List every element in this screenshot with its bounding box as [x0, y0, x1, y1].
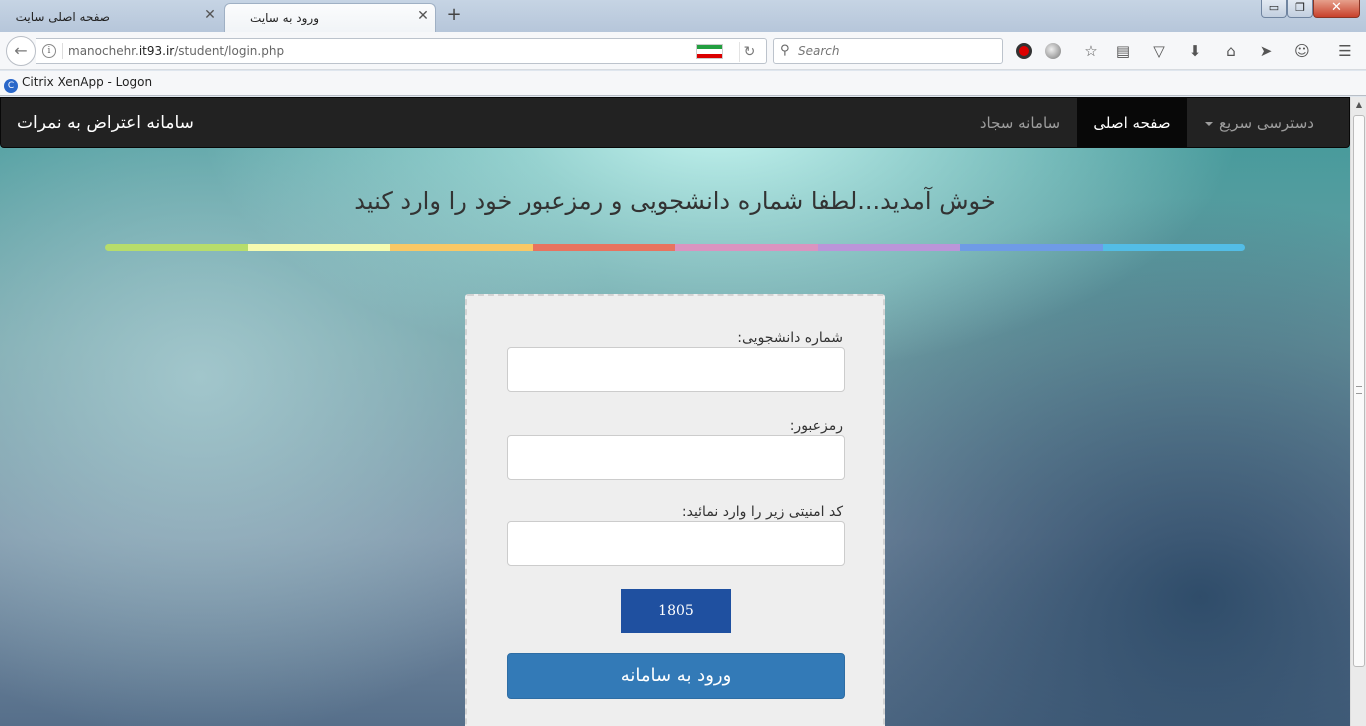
student-id-label: شماره دانشجویی:	[737, 330, 843, 346]
grip-icon	[1356, 386, 1362, 394]
info-icon[interactable]: i	[42, 44, 56, 58]
rainbow-segment	[817, 244, 960, 251]
bookmark-citrix[interactable]: C Citrix XenApp - Logon	[4, 75, 152, 93]
new-tab-button[interactable]: +	[444, 5, 464, 25]
browser-toolbar: ← i manochehr.it93.ir/student/login.php …	[0, 32, 1366, 70]
rainbow-segment	[105, 244, 248, 251]
back-arrow-icon: ←	[14, 41, 28, 60]
rainbow-segment	[532, 244, 675, 251]
pocket-icon[interactable]: ▽	[1149, 41, 1169, 61]
page-content: سامانه اعتراض به نمرات دسترسی سریع صفحه …	[0, 97, 1350, 726]
maximize-icon: ❐	[1295, 1, 1305, 14]
send-icon[interactable]: ➤	[1256, 41, 1276, 61]
search-bar[interactable]: ⚲	[773, 38, 1003, 64]
minimize-button[interactable]: ▭	[1261, 0, 1287, 18]
tab-title: صفحه اصلی سایت	[15, 10, 110, 24]
smiley-icon[interactable]: ☺	[1292, 41, 1312, 61]
rainbow-segment	[1102, 244, 1245, 251]
captcha-label: کد امنیتی زیر را وارد نمائید:	[681, 504, 843, 520]
url-bar[interactable]: i manochehr.it93.ir/student/login.php ↻	[36, 38, 767, 64]
tab-login[interactable]: ورود به سایت ✕	[224, 3, 436, 32]
captcha-image: 1805	[621, 589, 731, 633]
rainbow-divider	[105, 244, 1245, 251]
reload-icon[interactable]: ↻	[739, 42, 759, 62]
rainbow-segment	[390, 244, 533, 251]
bookmarks-bar: C Citrix XenApp - Logon	[0, 71, 1366, 96]
divider	[62, 43, 63, 59]
home-icon[interactable]: ⌂	[1221, 41, 1241, 61]
record-icon[interactable]	[1014, 41, 1034, 61]
bookmark-star-icon[interactable]: ☆	[1081, 41, 1101, 61]
url-text[interactable]: manochehr.it93.ir/student/login.php	[68, 44, 284, 58]
search-input[interactable]	[798, 42, 998, 60]
login-submit-button[interactable]: ورود به سامانه	[507, 653, 845, 699]
search-icon: ⚲	[780, 43, 790, 58]
flag-stripe	[697, 53, 722, 58]
caret-down-icon	[1205, 121, 1214, 126]
nav-home[interactable]: صفحه اصلی	[1077, 98, 1187, 148]
bookmark-label: Citrix XenApp - Logon	[22, 75, 153, 89]
back-button[interactable]: ←	[6, 36, 36, 66]
close-icon[interactable]: ✕	[415, 8, 431, 24]
captcha-input[interactable]	[507, 521, 845, 566]
rainbow-segment	[960, 244, 1103, 251]
iran-flag-icon	[696, 44, 723, 59]
url-prefix: manochehr.	[68, 44, 139, 58]
url-path: /student/login.php	[174, 44, 285, 58]
minimize-icon: ▭	[1268, 1, 1280, 14]
password-input[interactable]	[507, 435, 845, 480]
url-host: it93.ir	[138, 44, 175, 58]
nav-quick-access-label: دسترسی سریع	[1219, 114, 1314, 132]
menu-icon[interactable]: ☰	[1335, 41, 1355, 61]
login-form: شماره دانشجویی: رمزعبور: کد امنیتی زیر ر…	[465, 294, 885, 726]
close-icon[interactable]: ✕	[202, 7, 218, 23]
window-close-button[interactable]: ✕	[1313, 0, 1360, 18]
welcome-heading: خوش آمدید...لطفا شماره دانشجویی و رمزعبو…	[354, 187, 996, 215]
rainbow-segment	[675, 244, 818, 251]
globe-icon[interactable]	[1043, 41, 1063, 61]
nav-quick-access[interactable]: دسترسی سریع	[1187, 98, 1332, 148]
scroll-up-arrow-icon[interactable]: ▲	[1351, 97, 1366, 113]
citrix-icon: C	[4, 79, 18, 93]
page-scrollbar[interactable]: ▲	[1350, 97, 1366, 726]
student-id-input[interactable]	[507, 347, 845, 392]
nav-sajjad[interactable]: سامانه سجاد	[963, 98, 1077, 148]
reader-icon[interactable]: ▤	[1113, 41, 1133, 61]
site-brand[interactable]: سامانه اعتراض به نمرات	[17, 113, 194, 133]
password-label: رمزعبور:	[789, 418, 843, 434]
maximize-button[interactable]: ❐	[1287, 0, 1313, 18]
close-icon: ✕	[1331, 0, 1342, 15]
site-navbar: سامانه اعتراض به نمرات دسترسی سریع صفحه …	[0, 97, 1350, 148]
tab-title: ورود به سایت	[250, 11, 319, 25]
tab-bar: صفحه اصلی سایت ✕ ورود به سایت ✕ + ▭ ❐ ✕	[0, 0, 1366, 32]
tab-home[interactable]: صفحه اصلی سایت ✕	[10, 3, 222, 32]
rainbow-segment	[247, 244, 390, 251]
download-icon[interactable]: ⬇	[1185, 41, 1205, 61]
scrollbar-thumb[interactable]	[1353, 115, 1365, 667]
